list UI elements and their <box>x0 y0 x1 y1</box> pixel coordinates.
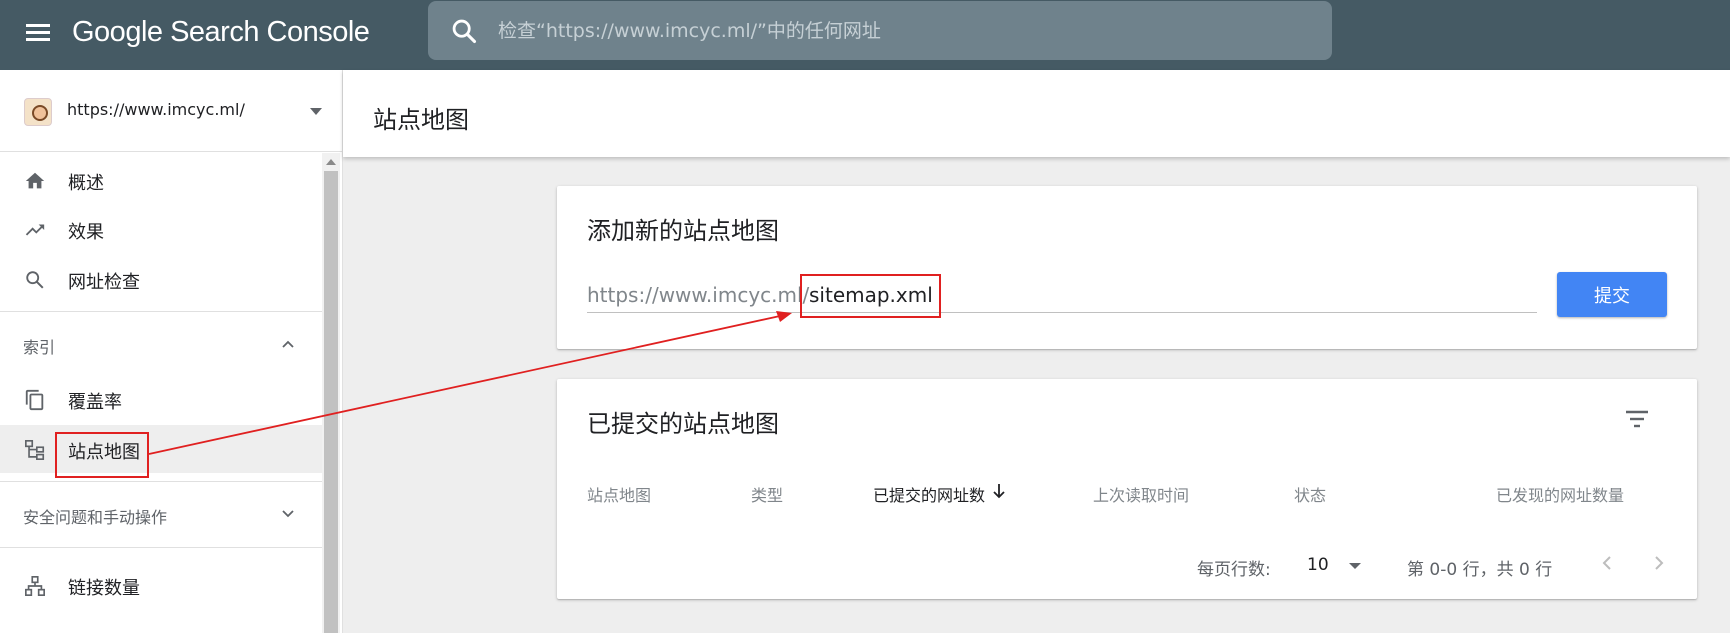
property-url: https://www.imcyc.ml/ <box>67 100 245 119</box>
card-title: 添加新的站点地图 <box>587 217 779 245</box>
divider <box>0 311 322 312</box>
sidebar-item-url-inspection[interactable]: 网址检查 <box>0 255 322 303</box>
rows-per-page-select[interactable]: 10 <box>1307 549 1377 579</box>
sitemap-url-prefix: https://www.imcyc.ml/ <box>587 283 810 307</box>
rows-per-page-value: 10 <box>1307 555 1329 575</box>
sidebar-item-coverage[interactable]: 覆盖率 <box>0 375 322 423</box>
chevron-left-icon[interactable] <box>1593 547 1621 579</box>
column-header-status[interactable]: 状态 <box>1294 482 1326 506</box>
sidebar: https://www.imcyc.ml/ 概述 效果 网址检查 索引 覆盖率 … <box>0 70 343 633</box>
chevron-right-icon[interactable] <box>1645 547 1673 579</box>
sidebar-item-overview[interactable]: 概述 <box>0 156 322 204</box>
trending-up-icon <box>25 224 45 236</box>
scrollbar-thumb[interactable] <box>324 171 338 633</box>
app-logo: Google Search Console <box>72 16 370 48</box>
search-icon <box>452 19 477 44</box>
sidebar-item-performance[interactable]: 效果 <box>0 205 322 253</box>
sidebar-scrollbar[interactable] <box>322 153 340 633</box>
column-header-discovered-urls[interactable]: 已发现的网址数量 <box>1496 482 1624 506</box>
app-header: Google Search Console <box>0 0 1730 70</box>
arrow-down-icon <box>993 484 1005 499</box>
sidebar-item-label: 链接数量 <box>68 578 140 599</box>
sidebar-item-sitemaps[interactable]: 站点地图 <box>0 425 322 473</box>
divider <box>0 481 322 482</box>
section-security-toggle[interactable]: 安全问题和手动操作 <box>0 486 322 542</box>
section-index-toggle[interactable]: 索引 <box>0 316 322 372</box>
input-underline <box>587 312 1537 313</box>
section-label: 安全问题和手动操作 <box>23 508 168 527</box>
links-icon <box>25 576 45 596</box>
home-icon <box>25 172 45 189</box>
annotation-highlight-sitemaps <box>55 432 149 478</box>
sitemap-icon <box>25 440 45 460</box>
section-label: 索引 <box>23 338 56 357</box>
page-title: 站点地图 <box>373 106 469 134</box>
column-header-sitemap[interactable]: 站点地图 <box>587 482 651 506</box>
search-input[interactable] <box>498 13 1298 49</box>
search-icon <box>26 271 44 289</box>
pagination-range: 第 0-0 行，共 0 行 <box>1407 560 1553 580</box>
sidebar-item-label: 网址检查 <box>68 272 140 293</box>
column-header-type[interactable]: 类型 <box>751 482 783 506</box>
property-avatar <box>24 98 52 126</box>
submit-button[interactable]: 提交 <box>1557 272 1667 317</box>
rows-per-page-label: 每页行数: <box>1197 560 1271 580</box>
scroll-up-icon[interactable] <box>326 159 336 165</box>
add-sitemap-card: 添加新的站点地图 https://www.imcyc.ml/ 提交 <box>557 186 1697 349</box>
sidebar-item-label: 效果 <box>68 222 104 243</box>
sidebar-item-label: 概述 <box>68 173 104 194</box>
card-title: 已提交的站点地图 <box>587 410 779 438</box>
chevron-up-icon <box>282 340 294 348</box>
main-header: 站点地图 <box>343 70 1730 157</box>
chevron-down-icon <box>282 510 294 518</box>
submitted-sitemaps-card: 已提交的站点地图 站点地图 类型 已提交的网址数 上次读取时间 状态 已发现的网… <box>557 379 1697 599</box>
nav-list: 概述 效果 网址检查 索引 覆盖率 站点地图 安全问题和手动操作 链接数量 <box>0 153 342 633</box>
sidebar-item-label: 覆盖率 <box>68 392 122 413</box>
copy-icon <box>25 389 44 411</box>
dropdown-arrow-icon <box>310 108 322 115</box>
menu-icon[interactable] <box>24 20 52 48</box>
sidebar-item-links[interactable]: 链接数量 <box>0 561 322 609</box>
property-selector[interactable]: https://www.imcyc.ml/ <box>0 70 342 152</box>
column-header-submitted-urls[interactable]: 已提交的网址数 <box>873 482 985 506</box>
divider <box>0 547 322 548</box>
filter-icon[interactable] <box>1622 404 1652 434</box>
url-inspection-search[interactable] <box>428 1 1332 60</box>
column-header-last-read[interactable]: 上次读取时间 <box>1093 482 1189 506</box>
dropdown-arrow-icon <box>1349 563 1361 569</box>
annotation-highlight-input <box>800 274 941 318</box>
